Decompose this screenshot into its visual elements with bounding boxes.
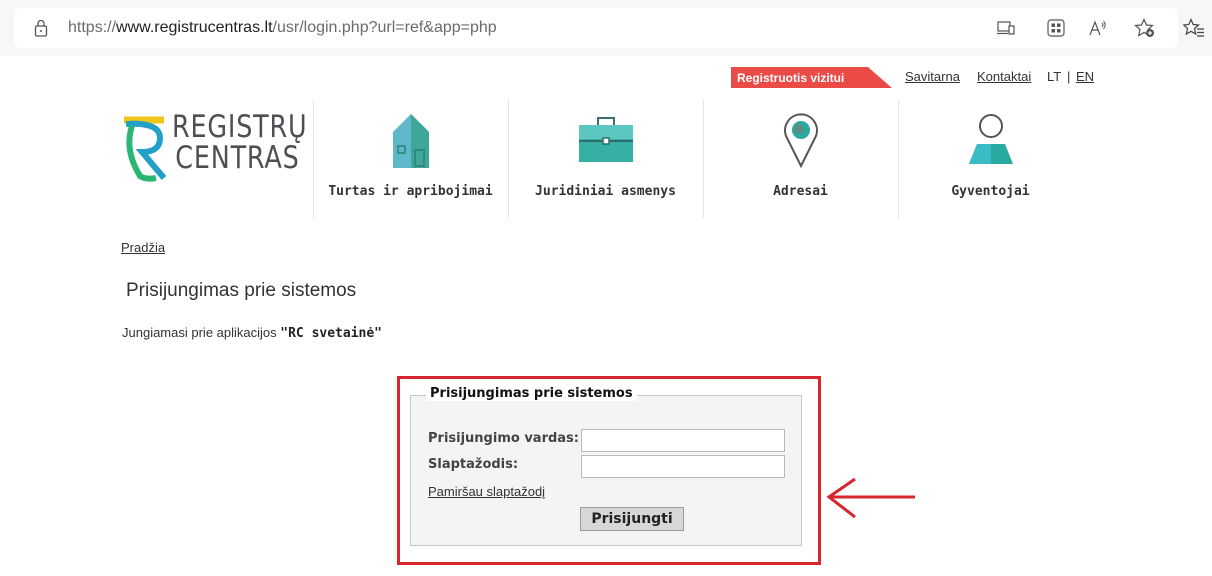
browser-toolbar: https://www.registrucentras.lt/usr/login…: [0, 0, 1212, 56]
lock-icon[interactable]: [34, 19, 48, 41]
lang-separator: |: [1067, 69, 1071, 84]
connecting-prefix: Jungiamasi prie aplikacijos: [122, 325, 277, 340]
page-title: Prisijungimas prie sistemos: [126, 280, 357, 301]
logo-line-1: REGISTRŲ: [172, 109, 308, 145]
address-bar[interactable]: https://www.registrucentras.lt/usr/login…: [14, 8, 1178, 48]
nav-item-addresses[interactable]: Adresai: [703, 100, 898, 218]
app-grid-icon[interactable]: [1045, 17, 1067, 39]
briefcase-icon: [508, 110, 703, 170]
nav-item-property[interactable]: Turtas ir apribojimai: [313, 100, 508, 218]
house-icon: [313, 110, 508, 170]
registru-centras-logo[interactable]: REGISTRŲ CENTRAS: [120, 112, 320, 187]
person-icon: [898, 110, 1083, 170]
username-label: Prisijungimo vardas:: [428, 431, 579, 446]
read-aloud-icon[interactable]: [1087, 17, 1109, 39]
lang-en-link[interactable]: EN: [1076, 69, 1094, 84]
logo-wordmark: REGISTRŲ CENTRAS: [172, 112, 307, 174]
nav-label-legal-entities: Juridiniai asmenys: [535, 184, 676, 199]
favorite-add-icon[interactable]: [1134, 17, 1156, 39]
nav-item-residents[interactable]: Gyventojai: [898, 100, 1083, 218]
self-service-link[interactable]: Savitarna: [905, 69, 960, 84]
nav-label-property: Turtas ir apribojimai: [328, 184, 493, 199]
password-field[interactable]: [581, 455, 785, 478]
map-pin-icon: [703, 110, 898, 170]
logo-line-2: CENTRAS: [175, 140, 300, 176]
lang-lt-link[interactable]: LT: [1047, 69, 1061, 84]
contacts-link[interactable]: Kontaktai: [977, 69, 1031, 84]
nav-label-residents: Gyventojai: [951, 184, 1030, 199]
logo-mark-icon: [124, 116, 167, 182]
password-label: Slaptažodis:: [428, 457, 519, 472]
annotation-arrow-icon: [826, 477, 915, 519]
favorites-list-icon[interactable]: [1182, 18, 1205, 42]
login-legend: Prisijungimas prie sistemos: [426, 386, 637, 401]
breadcrumb-home[interactable]: Pradžia: [121, 240, 165, 255]
nav-label-addresses: Adresai: [773, 184, 828, 199]
connecting-message: Jungiamasi prie aplikacijos "RC svetainė…: [122, 325, 382, 341]
login-button[interactable]: Prisijungti: [580, 507, 684, 531]
forgot-password-link[interactable]: Pamiršau slaptažodį: [428, 484, 545, 499]
device-icon[interactable]: [995, 17, 1017, 39]
username-field[interactable]: [581, 429, 785, 452]
connecting-app-name: "RC svetainė": [280, 326, 383, 341]
nav-item-legal-entities[interactable]: Juridiniai asmenys: [508, 100, 703, 218]
url-text[interactable]: https://www.registrucentras.lt/usr/login…: [68, 19, 497, 37]
register-visit-button[interactable]: Registruotis vizitui: [731, 67, 892, 88]
